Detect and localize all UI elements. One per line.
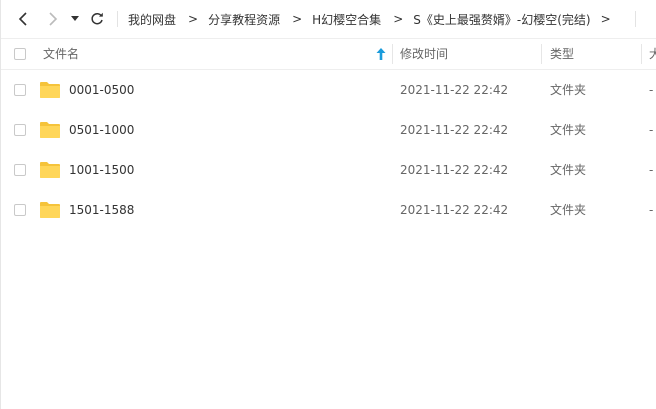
history-dropdown-button[interactable] xyxy=(67,9,83,29)
file-row[interactable]: 1001-1500 2021-11-22 22:42 文件夹 - xyxy=(1,150,656,190)
breadcrumb-separator: > xyxy=(393,12,404,26)
breadcrumb: 我的网盘 > 分享教程资源 > H幻樱空合集 > S《史上最强赘婿》-幻樱空(完… xyxy=(128,0,621,38)
file-modified-time: 2021-11-22 22:42 xyxy=(400,83,509,97)
file-size: - xyxy=(649,83,654,97)
file-type: 文件夹 xyxy=(550,83,587,97)
file-size: - xyxy=(649,203,654,217)
breadcrumb-separator: > xyxy=(292,12,303,26)
file-type: 文件夹 xyxy=(550,123,587,137)
folder-icon xyxy=(40,162,60,178)
column-divider[interactable] xyxy=(641,44,642,64)
arrow-up-icon[interactable] xyxy=(376,48,386,60)
chevron-left-icon xyxy=(18,12,27,26)
folder-icon xyxy=(40,82,60,98)
file-size: - xyxy=(649,163,654,177)
file-row[interactable]: 0001-0500 2021-11-22 22:42 文件夹 - xyxy=(1,70,656,110)
file-row[interactable]: 1501-1588 2021-11-22 22:42 文件夹 - xyxy=(1,190,656,230)
file-name[interactable]: 1501-1588 xyxy=(69,190,134,230)
column-header-name[interactable]: 文件名 xyxy=(43,39,79,69)
row-checkbox[interactable] xyxy=(14,204,26,216)
list-header: 文件名 修改时间 类型 大 xyxy=(1,38,656,70)
file-name[interactable]: 0501-1000 xyxy=(69,110,134,150)
refresh-button[interactable] xyxy=(87,9,107,29)
toolbar-divider xyxy=(117,11,118,27)
breadcrumb-item-shared-resources[interactable]: 分享教程资源 xyxy=(208,11,280,28)
file-type: 文件夹 xyxy=(550,203,587,217)
file-name[interactable]: 0001-0500 xyxy=(69,70,134,110)
breadcrumb-item-current-folder[interactable]: S《史上最强赘婿》-幻樱空(完结) xyxy=(413,11,590,28)
breadcrumb-separator: > xyxy=(188,12,199,26)
file-size: - xyxy=(649,123,654,137)
folder-icon xyxy=(40,202,60,218)
column-header-modified-time[interactable]: 修改时间 xyxy=(400,39,448,69)
row-checkbox[interactable] xyxy=(14,124,26,136)
column-header-size[interactable]: 大 xyxy=(649,39,656,69)
breadcrumb-item-my-drive[interactable]: 我的网盘 xyxy=(128,11,176,28)
breadcrumb-separator[interactable]: > xyxy=(601,12,611,26)
file-type: 文件夹 xyxy=(550,163,587,177)
file-row[interactable]: 0501-1000 2021-11-22 22:42 文件夹 - xyxy=(1,110,656,150)
file-modified-time: 2021-11-22 22:42 xyxy=(400,163,509,177)
back-button[interactable] xyxy=(13,9,33,29)
folder-icon xyxy=(40,122,60,138)
forward-button[interactable] xyxy=(43,9,63,29)
breadcrumb-item-collection[interactable]: H幻樱空合集 xyxy=(312,11,381,28)
file-modified-time: 2021-11-22 22:42 xyxy=(400,203,509,217)
file-browser-window: 我的网盘 > 分享教程资源 > H幻樱空合集 > S《史上最强赘婿》-幻樱空(完… xyxy=(0,0,656,409)
chevron-right-icon xyxy=(49,12,58,26)
file-name[interactable]: 1001-1500 xyxy=(69,150,134,190)
file-modified-time: 2021-11-22 22:42 xyxy=(400,123,509,137)
toolbar: 我的网盘 > 分享教程资源 > H幻樱空合集 > S《史上最强赘婿》-幻樱空(完… xyxy=(1,0,656,38)
file-list: 0001-0500 2021-11-22 22:42 文件夹 - 0501-10… xyxy=(1,70,656,230)
toolbar-divider xyxy=(635,11,636,27)
row-checkbox[interactable] xyxy=(14,164,26,176)
column-header-type[interactable]: 类型 xyxy=(550,39,574,69)
column-divider[interactable] xyxy=(541,44,542,64)
select-all-checkbox[interactable] xyxy=(14,48,26,60)
column-divider[interactable] xyxy=(392,44,393,64)
row-checkbox[interactable] xyxy=(14,84,26,96)
caret-down-icon xyxy=(71,16,79,21)
refresh-icon xyxy=(91,12,103,25)
